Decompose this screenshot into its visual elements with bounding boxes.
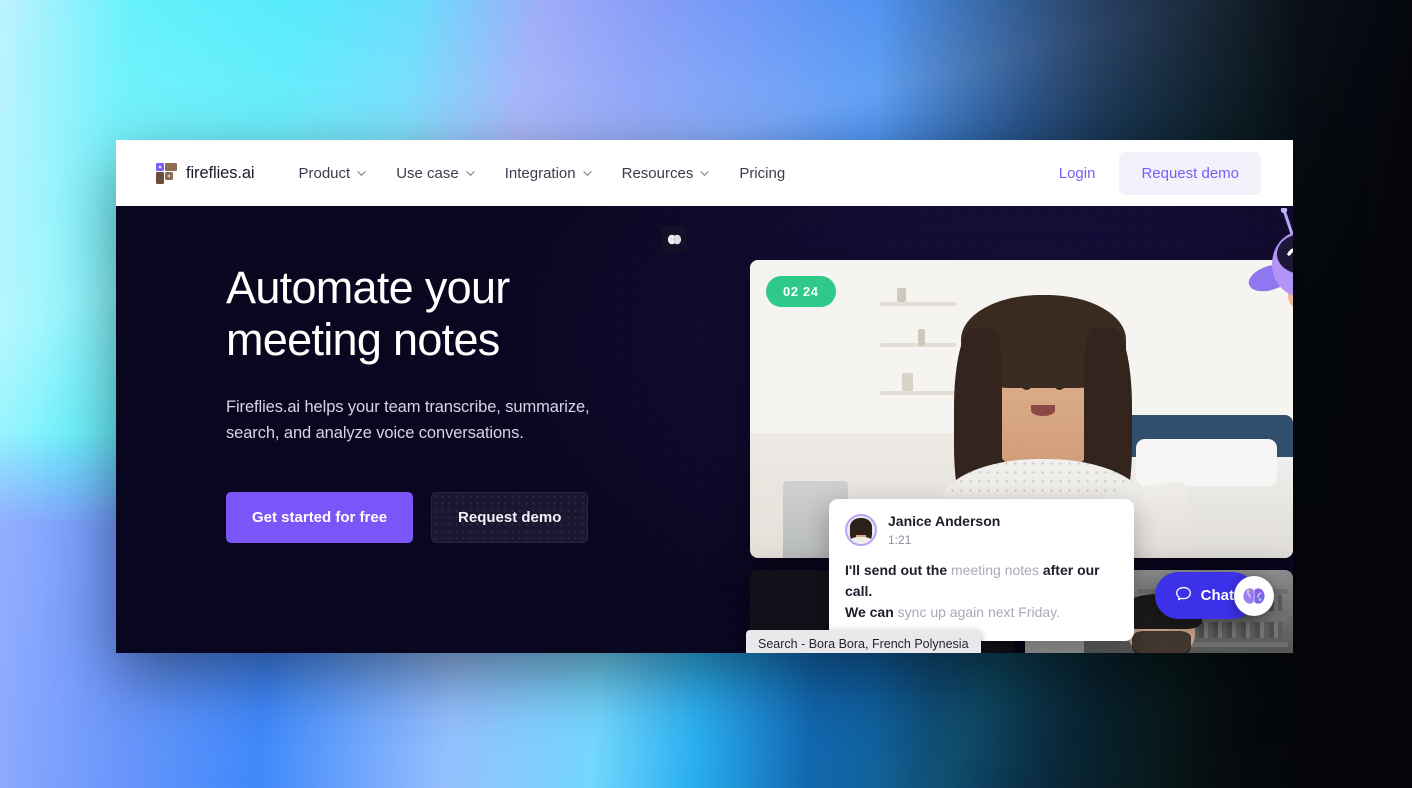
primary-nav: Product Use case Integration Resources P… (299, 165, 786, 182)
nav-label: Pricing (739, 164, 786, 182)
navbar-actions: Login Request demo (1045, 151, 1261, 195)
firefly-mascot-icon (1248, 206, 1293, 313)
get-started-button[interactable]: Get started for free (226, 492, 414, 543)
message-line1-part1: I'll send out the (845, 561, 951, 578)
speech-bubble-icon (1175, 585, 1192, 606)
message-line2-part1: We can (845, 603, 898, 620)
nav-item-pricing[interactable]: Pricing (739, 165, 785, 182)
chevron-down-icon (700, 169, 709, 178)
brain-icon[interactable] (1234, 575, 1274, 616)
message-header: Janice Anderson 1:21 (845, 513, 1118, 547)
desktop-wallpaper: fireflies.ai Product Use case Integratio (0, 0, 1412, 788)
browser-window: fireflies.ai Product Use case Integratio (116, 140, 1293, 653)
search-tooltip: Search - Bora Bora, French Polynesia (746, 630, 981, 653)
hero-copy: Automate your meeting notes Fireflies.ai… (226, 262, 656, 543)
message-body: I'll send out the meeting notes after ou… (845, 560, 1118, 623)
page-title: Automate your meeting notes (226, 262, 510, 365)
login-link[interactable]: Login (1045, 157, 1110, 190)
message-author: Janice Anderson (888, 513, 1001, 529)
fireflies-logo-icon (156, 162, 177, 184)
nav-label: Integration (504, 164, 576, 182)
message-line2-highlight: sync up again next Friday. (897, 603, 1061, 620)
site-navbar: fireflies.ai Product Use case Integratio (116, 140, 1293, 206)
brand-logo[interactable]: fireflies.ai (156, 162, 255, 184)
nav-label: Use case (396, 164, 459, 182)
message-timestamp: 1:21 (888, 532, 912, 547)
chat-button-label: Chat (1200, 587, 1234, 604)
avatar (845, 513, 877, 546)
hero-cta-group: Get started for free Request demo (226, 492, 656, 543)
recording-timer-badge: 02 24 (766, 276, 836, 307)
brand-name: fireflies.ai (186, 163, 255, 182)
request-demo-button-hero[interactable]: Request demo (431, 492, 589, 543)
nav-item-use-case[interactable]: Use case (396, 165, 475, 182)
nav-label: Resources (621, 164, 694, 182)
brain-icon (661, 226, 687, 252)
chevron-down-icon (357, 169, 366, 178)
nav-label: Product (298, 164, 351, 182)
nav-item-integration[interactable]: Integration (505, 165, 592, 182)
hero-subtitle: Fireflies.ai helps your team transcribe,… (226, 398, 590, 442)
nav-item-resources[interactable]: Resources (622, 165, 710, 182)
message-line1-highlight: meeting notes (951, 561, 1039, 578)
request-demo-button[interactable]: Request demo (1119, 151, 1261, 195)
chevron-down-icon (466, 169, 475, 178)
chevron-down-icon (583, 169, 592, 178)
hero-section: Automate your meeting notes Fireflies.ai… (116, 206, 1293, 653)
chat-widget: Chat (1154, 572, 1274, 619)
transcript-message-card: Janice Anderson 1:21 I'll send out the m… (829, 499, 1134, 641)
nav-item-product[interactable]: Product (299, 165, 367, 182)
